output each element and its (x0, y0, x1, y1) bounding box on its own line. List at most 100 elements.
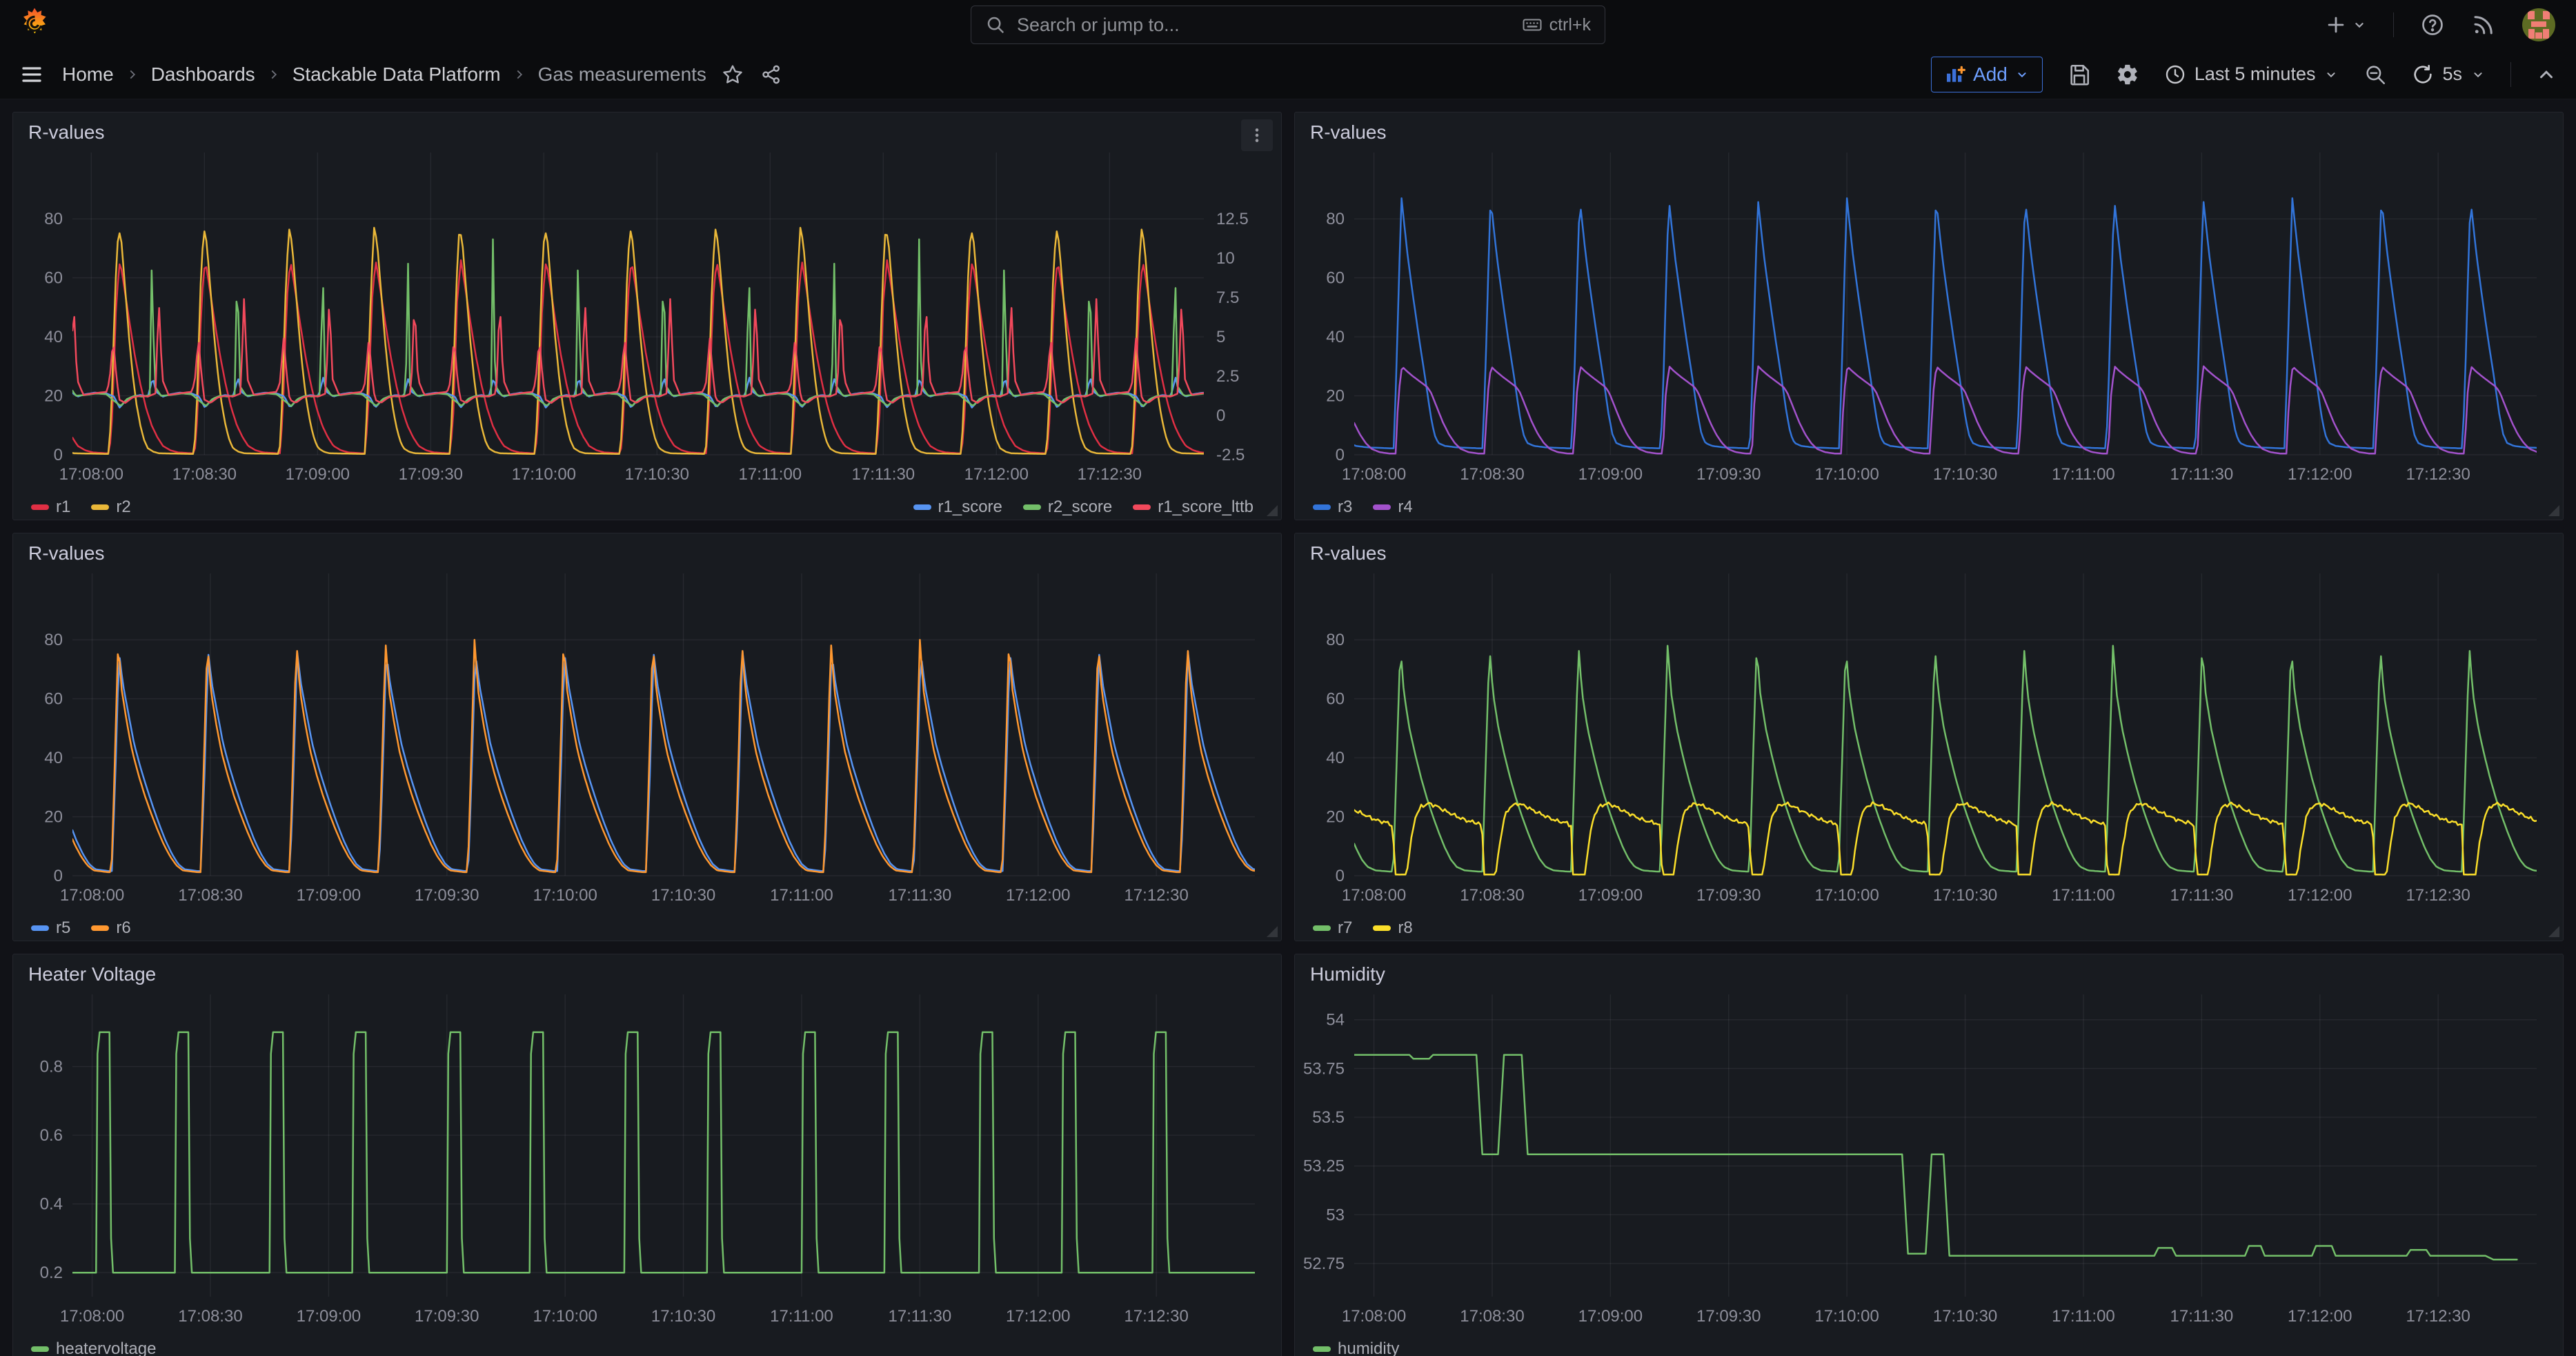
clock-icon (2164, 63, 2186, 86)
breadcrumb-dashboard-title: Gas measurements (538, 63, 706, 86)
topbar-actions (2324, 8, 2555, 41)
svg-text:54: 54 (1326, 1011, 1345, 1030)
time-range-picker[interactable]: Last 5 minutes (2164, 63, 2339, 86)
svg-text:17:08:00: 17:08:00 (60, 1307, 124, 1326)
grafana-logo-icon[interactable] (18, 7, 51, 43)
legend-group: heatervoltage (31, 1339, 156, 1356)
series-humidity (1354, 1055, 2517, 1260)
legend-label: humidity (1338, 1339, 1399, 1356)
svg-text:5: 5 (1216, 328, 1225, 346)
help-button[interactable] (2420, 12, 2445, 37)
svg-text:17:11:00: 17:11:00 (739, 465, 802, 484)
chevron-up-icon[interactable] (2536, 64, 2557, 85)
legend-item-humidity[interactable]: humidity (1313, 1339, 1399, 1356)
svg-text:17:10:00: 17:10:00 (1814, 465, 1879, 484)
svg-text:17:10:00: 17:10:00 (1814, 1307, 1879, 1326)
svg-text:17:12:30: 17:12:30 (2406, 886, 2470, 905)
svg-text:80: 80 (44, 210, 63, 228)
legend-item-r5[interactable]: r5 (31, 918, 70, 938)
legend-group: r1_score r2_score r1_score_lttb (913, 498, 1264, 517)
panel-resize-handle[interactable] (2548, 926, 2559, 937)
legend-label: r1 (56, 498, 70, 517)
svg-text:80: 80 (44, 631, 63, 649)
breadcrumb-home[interactable]: Home (62, 63, 114, 86)
legend-item-r1_score[interactable]: r1_score (913, 498, 1002, 517)
svg-text:17:12:00: 17:12:00 (2288, 1307, 2352, 1326)
save-icon[interactable] (2068, 63, 2091, 86)
legend-item-r1[interactable]: r1 (31, 498, 70, 517)
svg-text:17:10:30: 17:10:30 (625, 465, 689, 484)
svg-text:17:12:30: 17:12:30 (1124, 886, 1188, 905)
avatar[interactable] (2522, 8, 2555, 41)
menu-icon[interactable] (19, 62, 44, 87)
legend-label: r2 (116, 498, 130, 517)
star-icon[interactable] (722, 63, 744, 86)
legend-item-r2_score[interactable]: r2_score (1023, 498, 1112, 517)
svg-text:17:10:00: 17:10:00 (512, 465, 576, 484)
legend-label: r1_score_lttb (1158, 498, 1254, 517)
chart-r-values-4[interactable]: 80604020017:08:0017:08:3017:09:0017:09:3… (1295, 567, 2563, 907)
chart-humidity[interactable]: 5453.7553.553.255352.7517:08:0017:08:301… (1295, 987, 2563, 1328)
panel-r-values-1: R-values80604020012.5107.552.50-2.517:08… (12, 112, 1282, 520)
series-r2_score (72, 239, 1204, 406)
refresh-interval-label: 5s (2442, 63, 2462, 85)
news-button[interactable] (2471, 12, 2496, 37)
breadcrumb-dashboards[interactable]: Dashboards (151, 63, 255, 86)
panel-title[interactable]: R-values (1310, 121, 1386, 144)
svg-text:60: 60 (1326, 269, 1345, 288)
refresh-icon (2412, 63, 2434, 86)
svg-text:40: 40 (1326, 749, 1345, 767)
topbar-divider (2393, 12, 2394, 37)
panel-resize-handle[interactable] (1267, 505, 1278, 516)
panel-title[interactable]: Heater Voltage (28, 963, 156, 985)
legend-item-r7[interactable]: r7 (1313, 918, 1352, 938)
chart-r-values-3[interactable]: 80604020017:08:0017:08:3017:09:0017:09:3… (13, 567, 1281, 907)
legend-item-heatervoltage[interactable]: heatervoltage (31, 1339, 156, 1356)
svg-text:60: 60 (44, 690, 63, 709)
panel-title[interactable]: Humidity (1310, 963, 1385, 985)
svg-text:0: 0 (1336, 867, 1345, 885)
panel-resize-handle[interactable] (2548, 505, 2559, 516)
breadcrumb-chevron-icon (266, 67, 281, 82)
legend-item-r8[interactable]: r8 (1373, 918, 1412, 938)
legend-item-r4[interactable]: r4 (1373, 498, 1412, 517)
legend-item-r1_score_lttb[interactable]: r1_score_lttb (1133, 498, 1254, 517)
svg-text:80: 80 (1326, 631, 1345, 649)
svg-text:40: 40 (1326, 328, 1345, 346)
new-button[interactable] (2324, 13, 2367, 37)
panel-title[interactable]: R-values (28, 121, 104, 144)
refresh-picker[interactable]: 5s (2412, 63, 2486, 86)
breadcrumb-chevron-icon (512, 67, 527, 82)
chart-r-values-1[interactable]: 80604020012.5107.552.50-2.517:08:0017:08… (13, 146, 1281, 487)
svg-text:17:12:00: 17:12:00 (2288, 465, 2352, 484)
grafana-app: Search or jump to... ctrl+k (0, 0, 2576, 1356)
legend-label: r7 (1338, 918, 1352, 938)
svg-text:17:09:30: 17:09:30 (1696, 465, 1761, 484)
panel-resize-handle[interactable] (1267, 926, 1278, 937)
legend-item-r3[interactable]: r3 (1313, 498, 1352, 517)
add-button[interactable]: Add (1931, 57, 2043, 92)
search-input[interactable]: Search or jump to... ctrl+k (971, 6, 1605, 44)
legend-item-r2[interactable]: r2 (91, 498, 130, 517)
legend-swatch (1313, 1346, 1331, 1352)
toolbar-actions: Add Last 5 minutes (1931, 57, 2557, 92)
chart-heater-voltage[interactable]: 0.80.60.40.217:08:0017:08:3017:09:0017:0… (13, 987, 1281, 1328)
svg-text:53: 53 (1326, 1206, 1345, 1224)
panel-menu-button[interactable] (1241, 119, 1273, 151)
panel-title[interactable]: R-values (28, 542, 104, 564)
panel-title[interactable]: R-values (1310, 542, 1386, 564)
svg-text:17:09:30: 17:09:30 (399, 465, 463, 484)
series-heatervoltage (72, 1032, 1255, 1273)
breadcrumb-folder[interactable]: Stackable Data Platform (293, 63, 501, 86)
gear-icon[interactable] (2116, 63, 2139, 86)
search-placeholder: Search or jump to... (1017, 14, 1522, 36)
legend-item-r6[interactable]: r6 (91, 918, 130, 938)
panel-header: R-values (13, 533, 1281, 567)
keyboard-icon (1522, 14, 1543, 35)
legend-label: r4 (1398, 498, 1412, 517)
top-bar: Search or jump to... ctrl+k (0, 0, 2576, 50)
share-icon[interactable] (760, 63, 782, 86)
chart-r-values-2[interactable]: 80604020017:08:0017:08:3017:09:0017:09:3… (1295, 146, 2563, 487)
svg-text:17:11:00: 17:11:00 (2052, 886, 2115, 905)
zoom-out-icon[interactable] (2364, 63, 2387, 86)
